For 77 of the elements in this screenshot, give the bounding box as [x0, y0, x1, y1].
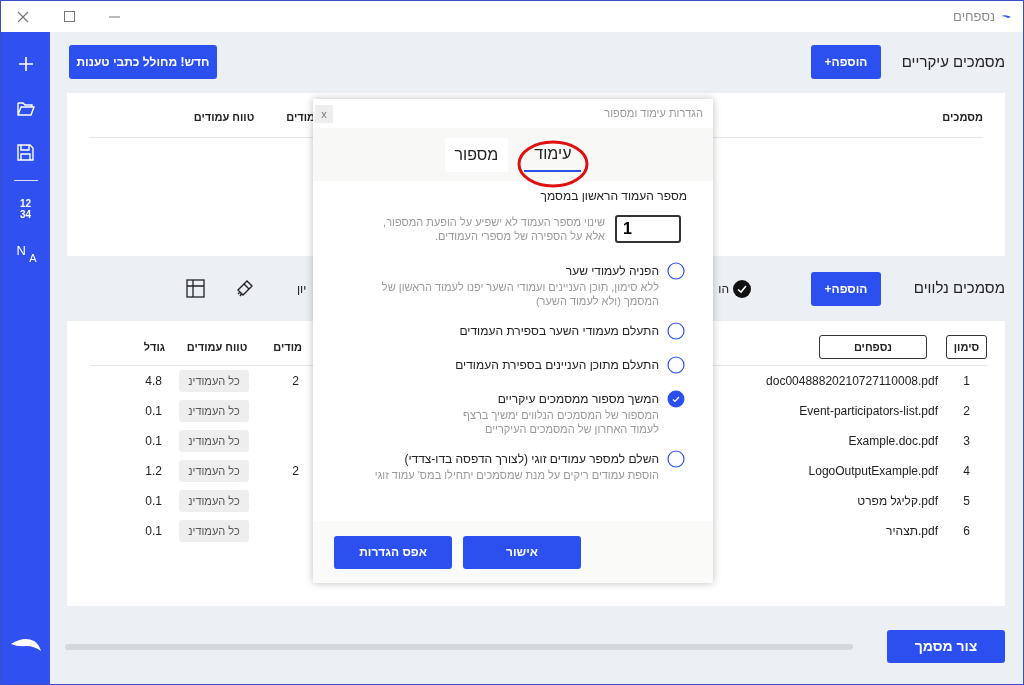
- table-cell-text: LogoOutputExample.pdf: [807, 463, 938, 480]
- range-tag[interactable]: כל העמודינ: [179, 520, 249, 542]
- close-icon[interactable]: [17, 10, 29, 23]
- column-header: מודים: [272, 339, 302, 355]
- table-cell-text: 1.2: [144, 463, 162, 480]
- table-cell-text: 0.1: [144, 493, 162, 510]
- tab[interactable]: עימוד: [524, 137, 582, 172]
- app-icon: [1001, 13, 1011, 20]
- range-tag[interactable]: כל העמודינ: [179, 460, 249, 482]
- option-description: הוספת עמודים ריקים על מנת שמסמכים יתחילו במס' עמוד זוגי: [374, 468, 659, 482]
- dialog-button[interactable]: אפס הגדרות: [334, 535, 452, 569]
- check-icon[interactable]: [733, 279, 751, 298]
- option-description: ללא סימון, תוכן העניינים ועמודי השער יפנו לעמוד הראשון של המסמך (ולא לעמוד השער): [381, 280, 659, 308]
- option-label[interactable]: השלם למספר עמודים זוגי (לצורך הדפסה בדו-צדדי): [374, 450, 659, 468]
- toolbar-label[interactable]: הו: [718, 279, 729, 298]
- section-title: מסמכים נלווים: [912, 278, 1005, 299]
- table-cell-text: Event-participators-list.pdf: [798, 403, 938, 420]
- sort-button[interactable]: סימון: [946, 335, 987, 359]
- toolbar-label[interactable]: יון: [296, 279, 307, 298]
- table-cell-text: 4: [962, 463, 971, 480]
- table-cell-text: תצהיר.pdf: [885, 523, 938, 540]
- table-cell-text: קליגל מפרט.pdf: [856, 493, 938, 510]
- scrollbar[interactable]: [65, 643, 853, 650]
- column-header: גודל: [142, 339, 165, 355]
- sort-button[interactable]: נספחים: [819, 335, 927, 359]
- option-label[interactable]: הפניה לעמודי שער: [381, 262, 659, 280]
- save-icon[interactable]: [17, 143, 34, 161]
- section-title: מסמכים עיקריים: [900, 51, 1005, 72]
- table-cell-text: 0.1: [144, 523, 162, 540]
- add-button[interactable]: הוספה+: [811, 271, 881, 306]
- option-label[interactable]: המשך מספור ממסמכים עיקריים: [463, 390, 659, 408]
- option-label[interactable]: התעלם מתוכן העניינים בספירת העמודים: [455, 356, 659, 374]
- range-tag[interactable]: כל העמודינ: [179, 430, 249, 452]
- add-button[interactable]: הוספה+: [811, 45, 881, 79]
- option-label[interactable]: התעלם מעמודי השער בספירת העמודים: [459, 322, 659, 340]
- table-cell-text: 2: [962, 403, 971, 420]
- add-icon[interactable]: [17, 56, 34, 72]
- table-icon[interactable]: [185, 279, 205, 298]
- table-cell-text: 3: [962, 433, 971, 450]
- window-title: נספחים: [953, 7, 995, 26]
- create-document-button[interactable]: צור מסמך: [887, 630, 1005, 663]
- column-header: טווח עמודים: [185, 339, 249, 355]
- table-cell: 2: [292, 464, 299, 478]
- numbering-button[interactable]: 12 34: [19, 198, 32, 220]
- table-cell-text: 0.1: [144, 403, 162, 420]
- table-cell-text: 0.1: [144, 433, 162, 450]
- table-cell-text: 5: [962, 493, 971, 510]
- table-cell-text: 4.8: [144, 373, 162, 390]
- highlight-circle: [517, 140, 589, 188]
- checkbox[interactable]: [667, 450, 685, 468]
- option-description: המספור של המסמכים הנלווים ימשיך ברצף לעמוד האחרון של המסמכים העיקריים: [463, 408, 659, 436]
- table-cell-text: 1: [962, 373, 971, 390]
- generator-button[interactable]: חדש! מחולל כתבי טענות: [69, 45, 217, 79]
- checkbox[interactable]: [667, 356, 685, 374]
- dialog-button[interactable]: אישור: [463, 535, 581, 569]
- help-text: שינוי מספר העמוד לא ישפיע על הופעת המספור, אלא על הספירה של מספרי העמודים.: [383, 215, 605, 243]
- range-tag[interactable]: כל העמודינ: [179, 400, 249, 422]
- page-number-field[interactable]: 1: [615, 215, 681, 243]
- table-cell-text: 6: [962, 523, 971, 540]
- checkbox[interactable]: [667, 262, 685, 280]
- close-button[interactable]: x: [315, 104, 333, 123]
- table-cell: 2: [292, 374, 299, 388]
- table-cell-text: Example.doc.pdf: [847, 433, 938, 450]
- column-header: מסמכים: [942, 109, 983, 125]
- folder-icon[interactable]: [16, 100, 35, 116]
- feather-logo: [9, 638, 42, 652]
- maximize-icon[interactable]: [64, 11, 75, 22]
- column-header: טווח עמודים: [192, 109, 256, 125]
- checkbox[interactable]: [667, 322, 685, 340]
- letters-button[interactable]: N A: [16, 244, 35, 262]
- field-label: מספר העמוד הראשון במסמך: [539, 188, 687, 205]
- range-tag[interactable]: כל העמודינ: [179, 490, 249, 512]
- range-tag[interactable]: כל העמודינ: [179, 370, 249, 392]
- table-cell-text: doc00488820210727110008.pdf: [765, 373, 938, 390]
- dialog-title: הגדרות עימוד ומספור: [604, 106, 703, 122]
- tab[interactable]: מספור: [444, 137, 509, 172]
- checkbox[interactable]: [667, 390, 685, 408]
